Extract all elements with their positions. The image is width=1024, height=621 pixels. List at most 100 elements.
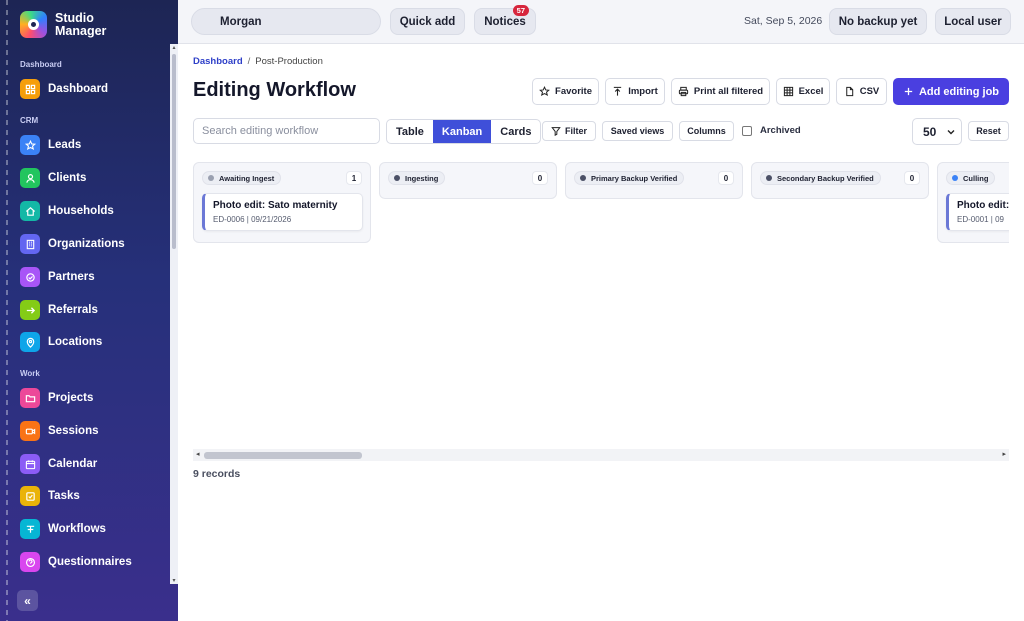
current-date: Sat, Sep 5, 2026 <box>744 15 823 27</box>
card-title: Photo edit: <box>957 200 1009 211</box>
filter-label: Filter <box>564 126 587 136</box>
saved-views-button[interactable]: Saved views <box>602 121 673 141</box>
column-count: 0 <box>904 171 920 185</box>
breadcrumb-dashboard-link[interactable]: Dashboard <box>193 56 243 67</box>
sidebar-scrollbar[interactable]: ▴ ▾ <box>170 44 178 584</box>
sidebar-item-calendar[interactable]: Calendar <box>20 451 170 477</box>
sidebar-item-label: Households <box>48 205 114 217</box>
user-switcher[interactable]: Morgan <box>191 8 381 35</box>
column-status-chip: Secondary Backup Verified <box>760 171 881 185</box>
kanban-column-secondary-backup-verified: Secondary Backup Verified 0 <box>751 162 929 199</box>
sidebar-item-leads[interactable]: Leads <box>20 132 170 158</box>
local-user-button[interactable]: Local user <box>935 8 1011 35</box>
breadcrumb-separator: / <box>247 56 251 67</box>
page-size-select[interactable]: 50 <box>912 118 962 145</box>
sidebar-item-questionnaires[interactable]: Questionnaires <box>20 549 170 575</box>
section-label-work: Work <box>20 369 40 378</box>
file-icon <box>845 86 853 97</box>
arrow-right-icon <box>20 300 40 320</box>
scroll-down-arrow-icon[interactable]: ▾ <box>171 577 177 584</box>
status-dot-icon <box>580 175 586 181</box>
notices-button[interactable]: Notices 57 <box>474 5 536 35</box>
column-name: Culling <box>963 173 989 183</box>
sidebar-item-partners[interactable]: Partners <box>20 264 170 290</box>
person-icon <box>20 168 40 188</box>
csv-export-button[interactable]: CSV <box>836 78 887 105</box>
sidebar-scroll-thumb[interactable] <box>172 54 176 249</box>
columns-button[interactable]: Columns <box>679 121 734 141</box>
sidebar-item-label: Sessions <box>48 425 99 437</box>
sidebar-item-sessions[interactable]: Sessions <box>20 418 170 444</box>
archived-checkbox[interactable] <box>742 125 752 136</box>
filter-icon <box>551 127 561 136</box>
notices-label: Notices <box>484 15 526 28</box>
tab-table[interactable]: Table <box>387 120 433 143</box>
kanban-horizontal-scrollbar[interactable]: ◂ ▸ <box>193 449 1009 461</box>
column-status-chip: Ingesting <box>388 171 446 185</box>
section-label-crm: CRM <box>20 116 39 125</box>
sidebar-item-locations[interactable]: Locations <box>20 329 170 355</box>
sidebar-nav: Dashboard Dashboard CRM Leads Clients Ho… <box>0 50 178 585</box>
sidebar-item-tasks[interactable]: Tasks <box>20 483 170 509</box>
kanban-scroll-thumb[interactable] <box>204 452 362 459</box>
kanban-card[interactable]: Photo edit: ED-0001 | 09 <box>946 193 1009 231</box>
column-name: Ingesting <box>405 173 439 183</box>
print-all-filtered-button[interactable]: Print all filtered <box>671 78 770 105</box>
kanban-column-primary-backup-verified: Primary Backup Verified 0 <box>565 162 743 199</box>
star-icon <box>539 86 550 96</box>
folder-icon <box>20 388 40 408</box>
column-count: 0 <box>718 171 734 185</box>
grid-icon <box>20 79 40 99</box>
sidebar-item-households[interactable]: Households <box>20 198 170 224</box>
kanban-column-header: Secondary Backup Verified 0 <box>752 163 928 193</box>
topbar: Morgan Quick add Notices 57 Sat, Sep 5, … <box>178 0 1024 44</box>
sidebar-item-label: Partners <box>48 271 95 283</box>
breadcrumb: Dashboard / Post-Production <box>193 56 323 67</box>
scroll-up-arrow-icon[interactable]: ▴ <box>171 44 177 51</box>
tab-cards[interactable]: Cards <box>491 120 540 143</box>
app-name: Studio Manager <box>55 11 106 38</box>
sidebar-item-label: Leads <box>48 139 82 151</box>
reset-button[interactable]: Reset <box>968 121 1009 141</box>
question-icon <box>20 552 40 572</box>
workflow-icon <box>20 519 40 539</box>
building-icon <box>20 234 40 254</box>
card-title: Photo edit: Sato maternity <box>213 200 338 211</box>
sidebar-item-label: Questionnaires <box>48 556 132 568</box>
tab-kanban[interactable]: Kanban <box>432 120 492 143</box>
sidebar-item-dashboard[interactable]: Dashboard <box>20 76 170 102</box>
import-button[interactable]: Import <box>605 78 665 105</box>
status-dot-icon <box>766 175 772 181</box>
brand[interactable]: Studio Manager <box>20 11 106 38</box>
sidebar-item-referrals[interactable]: Referrals <box>20 297 170 323</box>
column-status-chip: Culling <box>946 171 996 185</box>
kanban-card[interactable]: Photo edit: Sato maternity ED-0006 | 09/… <box>202 193 363 231</box>
add-editing-job-button[interactable]: Add editing job <box>893 78 1009 105</box>
card-meta: ED-0001 | 09 <box>957 215 1004 224</box>
backup-status-button[interactable]: No backup yet <box>829 8 927 35</box>
main-content: Dashboard / Post-Production Editing Work… <box>178 44 1024 621</box>
column-name: Secondary Backup Verified <box>777 173 874 183</box>
scroll-right-arrow-icon[interactable]: ▸ <box>1002 450 1006 458</box>
search-input[interactable] <box>193 118 380 144</box>
excel-export-button[interactable]: Excel <box>776 78 830 105</box>
archived-toggle[interactable]: Archived <box>742 125 801 136</box>
collapse-sidebar-button[interactable]: « <box>17 590 38 611</box>
plus-icon <box>904 87 913 96</box>
quick-add-button[interactable]: Quick add <box>390 8 465 35</box>
sidebar: Studio Manager Dashboard Dashboard CRM L… <box>0 0 178 621</box>
sidebar-item-label: Referrals <box>48 304 98 316</box>
kanban-column-culling: Culling Photo edit: ED-0001 | 09 <box>937 162 1009 243</box>
sidebar-item-workflows[interactable]: Workflows <box>20 516 170 542</box>
kanban-board: Awaiting Ingest 1 Photo edit: Sato mater… <box>193 162 1009 452</box>
records-count: 9 records <box>193 468 241 480</box>
handshake-icon <box>20 267 40 287</box>
favorite-button[interactable]: Favorite <box>532 78 599 105</box>
sidebar-item-clients[interactable]: Clients <box>20 165 170 191</box>
view-switcher: Table Kanban Cards <box>386 119 542 144</box>
filter-button[interactable]: Filter <box>542 121 596 141</box>
sidebar-item-projects[interactable]: Projects <box>20 385 170 411</box>
scroll-left-arrow-icon[interactable]: ◂ <box>196 450 200 458</box>
sidebar-item-organizations[interactable]: Organizations <box>20 231 170 257</box>
sidebar-item-label: Locations <box>48 336 103 348</box>
